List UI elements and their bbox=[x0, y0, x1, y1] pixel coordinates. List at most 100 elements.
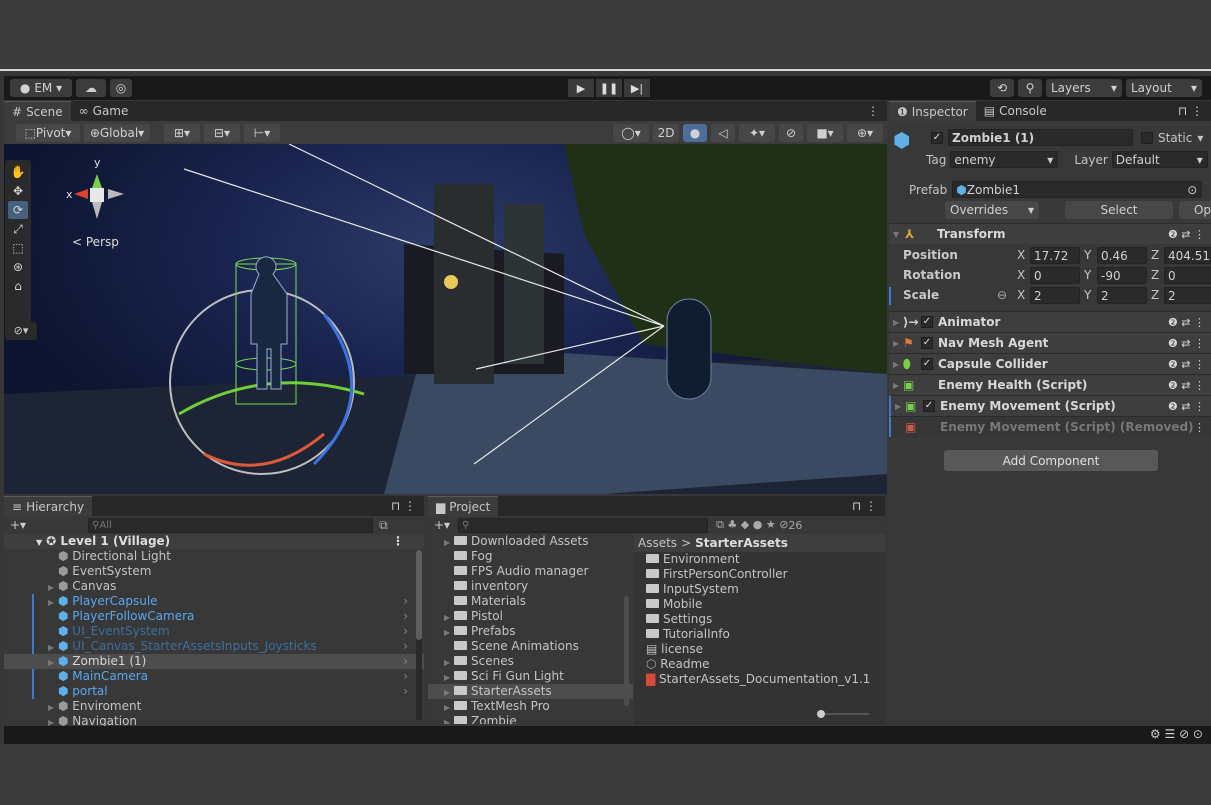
open-button[interactable]: Open bbox=[1179, 201, 1211, 219]
hierarchy-item[interactable]: ⬢ MainCamera › bbox=[4, 669, 424, 684]
scroll-thumb[interactable] bbox=[416, 550, 422, 640]
hierarchy-item[interactable]: ▶ ⬢ Canvas bbox=[4, 579, 424, 594]
transform-rotation-y-field[interactable]: -90 bbox=[1097, 267, 1147, 284]
move-tool[interactable]: ✥ bbox=[8, 182, 28, 200]
lighting-button[interactable]: ● bbox=[683, 123, 707, 142]
hierarchy-item[interactable]: ▶ ⬢ Enviroment bbox=[4, 699, 424, 714]
projection-label[interactable]: < Persp bbox=[72, 235, 119, 249]
project-lock-button[interactable]: ⊓ ⋮ bbox=[844, 496, 885, 516]
tab-inspector[interactable]: ❶ Inspector bbox=[889, 101, 976, 121]
transform-position-y-field[interactable]: 0.46 bbox=[1097, 247, 1147, 264]
chevron-right-icon[interactable]: › bbox=[403, 594, 408, 609]
expand-arrow-icon[interactable]: ▶ bbox=[444, 670, 454, 685]
folder-item[interactable]: ▶ Prefabs bbox=[428, 624, 633, 639]
static-checkbox[interactable] bbox=[1141, 131, 1153, 144]
component-menu-icons[interactable]: ❷ ⇄ ⋮ bbox=[1168, 337, 1205, 350]
component-menu-icons[interactable]: ❷ ⇄ ⋮ bbox=[1168, 316, 1205, 329]
folder-item[interactable]: ▶ Sci Fi Gun Light bbox=[428, 669, 633, 684]
component-menu-icons[interactable]: ❷ ⇄ ⋮ bbox=[1168, 379, 1205, 392]
folder-scrollbar[interactable] bbox=[624, 596, 629, 706]
enabled-checkbox[interactable]: ✓ bbox=[921, 358, 933, 370]
folder-item[interactable]: Scene Animations bbox=[428, 639, 633, 654]
grid-snap-button[interactable]: ⊞▾ bbox=[164, 123, 200, 142]
hierarchy-item[interactable]: ⬢ UI_EventSystem › bbox=[4, 624, 424, 639]
hierarchy-item[interactable]: ▶ ⬢ PlayerCapsule › bbox=[4, 594, 424, 609]
folder-item[interactable]: Fog bbox=[428, 549, 633, 564]
hierarchy-lock-button[interactable]: ⊓ ⋮ bbox=[383, 496, 424, 516]
tab-project[interactable]: ▆ Project bbox=[428, 496, 499, 516]
expand-arrow-icon[interactable]: ▶ bbox=[48, 580, 58, 595]
component-header[interactable]: ▶ ⟩→ ✓ Animator ❷ ⇄ ⋮ bbox=[889, 311, 1211, 332]
camera-dropdown[interactable]: ■▾ bbox=[807, 123, 843, 142]
folder-item[interactable]: ▶ Downloaded Assets bbox=[428, 534, 633, 549]
layers-dropdown[interactable]: Layers ▾ bbox=[1046, 79, 1122, 97]
cloud-button[interactable]: ☁ bbox=[76, 79, 106, 97]
asset-item[interactable]: ▇ StarterAssets_Documentation_v1.1 bbox=[634, 672, 885, 687]
tab-console[interactable]: ▤ Console bbox=[976, 101, 1055, 121]
more-icon[interactable]: ⋮ bbox=[392, 534, 404, 549]
hierarchy-item[interactable]: ⬢ portal › bbox=[4, 684, 424, 699]
layout-dropdown[interactable]: Layout ▾ bbox=[1126, 79, 1202, 97]
global-dropdown[interactable]: ⊕ Global ▾ bbox=[84, 123, 150, 142]
asset-item[interactable]: Mobile bbox=[634, 597, 885, 612]
step-button[interactable]: ▶| bbox=[624, 79, 650, 97]
collab-button[interactable]: ◎ bbox=[110, 79, 132, 97]
component-header[interactable]: ▶ ▣ ✓ Enemy Movement (Script) ❷ ⇄ ⋮ bbox=[889, 395, 1211, 416]
scene-root-row[interactable]: ▼ ✪ Level 1 (Village) ⋮ bbox=[4, 534, 424, 549]
expand-arrow-icon[interactable]: ▶ bbox=[48, 640, 58, 655]
shading-dropdown[interactable]: ◯▾ bbox=[613, 123, 649, 142]
slider-thumb[interactable] bbox=[817, 710, 825, 718]
tab-game[interactable]: ∞ Game bbox=[71, 101, 137, 121]
folder-item[interactable]: ▶ Zombie bbox=[428, 714, 633, 724]
history-button[interactable]: ⟲ bbox=[990, 79, 1014, 97]
component-header[interactable]: ▣ Enemy Movement (Script) (Removed) ⋮ bbox=[889, 416, 1211, 437]
chevron-right-icon[interactable]: › bbox=[403, 654, 408, 669]
asset-item[interactable]: Environment bbox=[634, 552, 885, 567]
hierarchy-search[interactable]: ⚲ All bbox=[88, 517, 374, 533]
object-name-field[interactable]: Zombie1 (1) bbox=[948, 129, 1133, 146]
select-button[interactable]: Select bbox=[1065, 201, 1173, 219]
folder-item[interactable]: ▶ TextMesh Pro bbox=[428, 699, 633, 714]
effects-dropdown[interactable]: ✦▾ bbox=[739, 123, 775, 142]
folder-item[interactable]: FPS Audio manager bbox=[428, 564, 633, 579]
hierarchy-item[interactable]: ⬢ EventSystem bbox=[4, 564, 424, 579]
transform-header[interactable]: ▼ ⅄ Transform ❷ ⇄ ⋮ bbox=[889, 223, 1211, 244]
enabled-checkbox[interactable]: ✓ bbox=[923, 400, 935, 412]
component-header[interactable]: ▶ ▣ Enemy Health (Script) ❷ ⇄ ⋮ bbox=[889, 374, 1211, 395]
visibility-button[interactable]: ⊘ bbox=[779, 123, 803, 142]
asset-item[interactable]: ⬡ Readme bbox=[634, 657, 885, 672]
chevron-right-icon[interactable]: › bbox=[403, 669, 408, 684]
chevron-right-icon[interactable]: › bbox=[403, 609, 408, 624]
play-button[interactable]: ▶ bbox=[568, 79, 594, 97]
folder-item[interactable]: inventory bbox=[428, 579, 633, 594]
pause-button[interactable]: ❚❚ bbox=[596, 79, 622, 97]
expand-arrow-icon[interactable]: ▶ bbox=[444, 700, 454, 715]
asset-item[interactable]: FirstPersonController bbox=[634, 567, 885, 582]
expand-arrow-icon[interactable]: ▶ bbox=[48, 700, 58, 715]
rect-tool[interactable]: ⬚ bbox=[8, 239, 28, 257]
component-header[interactable]: ▶ ⚑ ✓ Nav Mesh Agent ❷ ⇄ ⋮ bbox=[889, 332, 1211, 353]
asset-item[interactable]: Settings bbox=[634, 612, 885, 627]
mode-2d-button[interactable]: 2D bbox=[653, 123, 679, 142]
expand-arrow-icon[interactable]: ▶ bbox=[444, 610, 454, 625]
audio-button[interactable]: ◁ bbox=[711, 123, 735, 142]
active-checkbox[interactable]: ✓ bbox=[931, 131, 943, 144]
expand-arrow-icon[interactable]: ▶ bbox=[48, 595, 58, 610]
project-search[interactable]: ⚲ bbox=[458, 517, 709, 533]
component-header[interactable]: ▶ ⬮ ✓ Capsule Collider ❷ ⇄ ⋮ bbox=[889, 353, 1211, 374]
enabled-checkbox[interactable]: ✓ bbox=[921, 316, 933, 328]
hierarchy-item[interactable]: ⬢ Directional Light bbox=[4, 549, 424, 564]
expand-arrow-icon[interactable]: ▶ bbox=[444, 715, 454, 724]
status-icons[interactable]: ⚙ ☰ ⊘ ⊙ bbox=[1150, 727, 1203, 741]
folder-item[interactable]: Materials bbox=[428, 594, 633, 609]
asset-item[interactable]: InputSystem bbox=[634, 582, 885, 597]
transform-position-z-field[interactable]: 404.51 bbox=[1164, 247, 1211, 264]
tab-menu-button[interactable]: ⋮ bbox=[859, 101, 887, 121]
filter-button[interactable]: ⧉ bbox=[379, 518, 388, 533]
transform-tool[interactable]: ⊛ bbox=[8, 258, 28, 276]
transform-rotation-x-field[interactable]: 0 bbox=[1030, 267, 1080, 284]
chevron-right-icon[interactable]: › bbox=[403, 684, 408, 699]
hierarchy-item[interactable]: ▶ ⬢ Zombie1 (1) › bbox=[4, 654, 424, 669]
chevron-right-icon[interactable]: › bbox=[403, 639, 408, 654]
scale-tool[interactable]: ⤢ bbox=[8, 220, 28, 238]
